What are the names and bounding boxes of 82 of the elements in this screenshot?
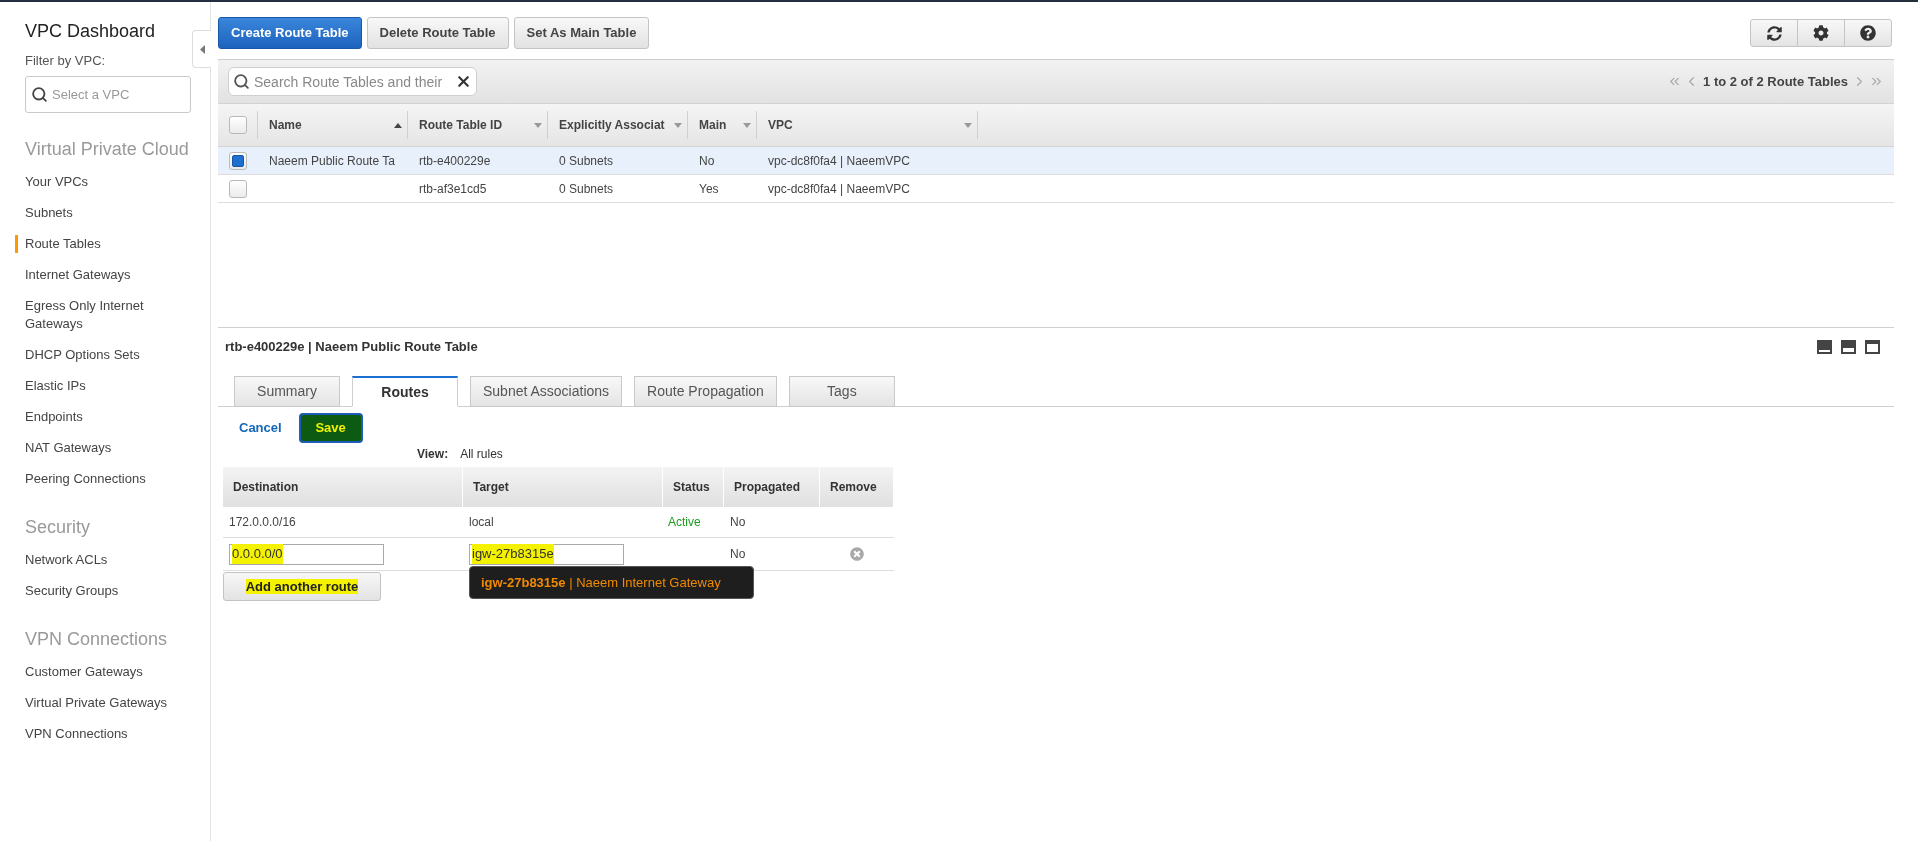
search-icon	[233, 73, 250, 90]
sidebar-item[interactable]: Elastic IPs	[15, 377, 190, 395]
column-header: Target	[473, 479, 509, 496]
column-header: Status	[673, 479, 710, 496]
sidebar-item[interactable]: Egress Only Internet Gateways	[15, 297, 190, 333]
column-header[interactable]: Name	[269, 116, 302, 134]
refresh-button[interactable]	[1750, 19, 1798, 47]
help-button[interactable]	[1844, 19, 1892, 47]
collapse-sidebar-button[interactable]	[192, 30, 211, 68]
checkbox[interactable]	[229, 151, 247, 170]
suggestion-tooltip[interactable]: igw-27b8315e | Naeem Internet Gateway	[469, 566, 754, 599]
filter-label: Filter by VPC:	[25, 53, 107, 69]
column-header[interactable]: Main	[699, 116, 727, 134]
help-icon	[1860, 25, 1876, 41]
table-cell: Naeem Public Route Ta	[269, 153, 395, 168]
input-field[interactable]: igw-27b8315e	[469, 543, 624, 565]
column-header[interactable]: VPC	[768, 116, 793, 134]
checkbox[interactable]	[229, 179, 247, 198]
add-route-button[interactable]: Add another route	[223, 572, 381, 601]
view-value: All rules	[460, 447, 503, 461]
vpc-filter-field[interactable]: Select a VPC	[25, 76, 191, 113]
sidebar-item[interactable]: DHCP Options Sets	[15, 346, 190, 364]
table-cell: 0 Subnets	[559, 181, 614, 196]
column-header[interactable]: Route Table ID	[419, 116, 503, 134]
column-header[interactable]: Explicitly Associat	[559, 116, 665, 134]
sidebar-item[interactable]: Network ACLs	[15, 551, 190, 569]
sidebar-title: VPC Dashboard	[25, 20, 157, 42]
input-field[interactable]: 0.0.0.0/0	[229, 543, 384, 565]
table-cell-text: No	[729, 546, 747, 563]
sidebar-item[interactable]: Peering Connections	[15, 470, 190, 488]
tab[interactable]: Routes	[352, 376, 458, 407]
table-row[interactable]: Naeem Public Route Ta rtb-e400229e 0 Subnets No vpc-dc8f0fa4 | NaeemVPC	[218, 147, 1894, 175]
sidebar-item[interactable]: Internet Gateways	[15, 266, 190, 284]
clear-icon[interactable]	[455, 73, 472, 90]
column-header: Propagated	[734, 479, 800, 496]
status-text: Active	[667, 514, 702, 531]
save-button[interactable]: Save	[298, 413, 363, 443]
pagination-label: 1 to 2 of 2 Route Tables	[1702, 72, 1849, 91]
table-cell: Yes	[699, 181, 719, 196]
sidebar-item[interactable]: Your VPCs	[15, 173, 190, 191]
table-cell-text: No	[729, 514, 747, 531]
view-label: View:	[417, 447, 449, 461]
sidebar-item[interactable]: VPN Connections	[15, 725, 190, 743]
tab[interactable]: Tags	[788, 376, 895, 407]
table-cell: 0 Subnets	[559, 153, 614, 168]
table-cell: rtb-af3e1cd5	[419, 181, 487, 196]
sidebar-item[interactable]: Route Tables	[15, 235, 190, 253]
sidebar-item[interactable]: Subnets	[15, 204, 190, 222]
column-header: Remove	[830, 479, 877, 496]
column-header: Destination	[233, 479, 299, 496]
detail-title: rtb-e400229e | Naeem Public Route Table	[225, 339, 478, 355]
table-cell-text: local	[468, 514, 495, 531]
table-cell: rtb-e400229e	[419, 153, 491, 168]
section-heading: VPN Connections	[25, 628, 169, 650]
settings-icon	[1813, 25, 1829, 41]
caret-left-icon	[199, 44, 205, 54]
table-cell: No	[699, 153, 715, 168]
search-field[interactable]: Search Route Tables and their	[228, 67, 477, 96]
checkbox[interactable]	[229, 116, 247, 134]
tab[interactable]: Subnet Associations	[470, 376, 623, 407]
table-cell: vpc-dc8f0fa4 | NaeemVPC	[768, 181, 910, 196]
refresh-icon	[1766, 25, 1782, 41]
cancel-link[interactable]: Cancel	[239, 418, 282, 438]
sidebar-item[interactable]: Customer Gateways	[15, 663, 190, 681]
section-heading: Virtual Private Cloud	[25, 138, 190, 160]
toolbar-button[interactable]: Create Route Table	[218, 17, 362, 49]
sidebar-item[interactable]: Security Groups	[15, 582, 190, 600]
sidebar-item[interactable]: Virtual Private Gateways	[15, 694, 190, 712]
tab[interactable]: Route Propagation	[634, 376, 777, 407]
toolbar-button[interactable]: Set As Main Table	[513, 17, 650, 49]
minimize-panel-icon[interactable]	[1817, 340, 1832, 354]
sidebar-item[interactable]: Endpoints	[15, 408, 190, 426]
sidebar-item[interactable]: NAT Gateways	[15, 439, 190, 457]
search-icon	[31, 86, 48, 103]
toolbar-button[interactable]: Delete Route Table	[366, 17, 509, 49]
maximize-panel-icon[interactable]	[1865, 340, 1880, 354]
tab[interactable]: Summary	[234, 376, 340, 407]
restore-panel-icon[interactable]	[1841, 340, 1856, 354]
table-cell: vpc-dc8f0fa4 | NaeemVPC	[768, 153, 910, 168]
section-heading: Security	[25, 516, 92, 538]
settings-button[interactable]	[1797, 19, 1845, 47]
table-cell-text: 172.0.0.0/16	[228, 514, 297, 531]
